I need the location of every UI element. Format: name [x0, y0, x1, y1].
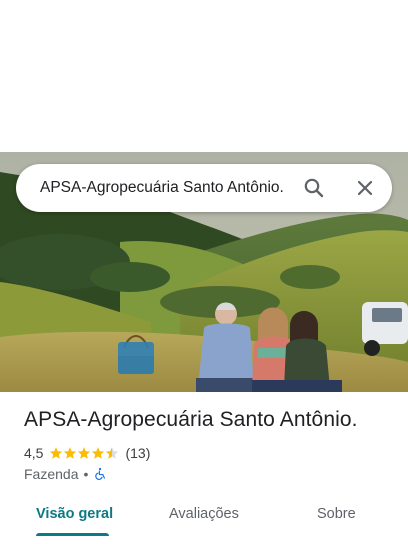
rating-row[interactable]: 4,5 (13) [24, 444, 150, 462]
star-icon [64, 447, 77, 459]
place-tabs: Visão geral Avaliações Sobre [0, 496, 408, 536]
search-bar[interactable]: APSA-Agropecuária Santo Antônio. [16, 164, 392, 212]
rating-value: 4,5 [24, 445, 44, 461]
place-title: APSA-Agropecuária Santo Antônio. [24, 408, 358, 431]
star-half-icon [106, 447, 119, 459]
star-icon [92, 447, 105, 459]
category-separator: • [83, 466, 89, 482]
review-count[interactable]: (13) [125, 445, 150, 461]
star-icon [78, 447, 91, 459]
top-blank-area [0, 0, 408, 152]
active-tab-indicator [36, 533, 109, 536]
tab-overview[interactable]: Visão geral [36, 496, 113, 532]
search-icon[interactable] [302, 176, 326, 200]
tab-about[interactable]: Sobre [317, 496, 356, 532]
close-icon[interactable] [353, 176, 377, 200]
category-row: Fazenda • [24, 465, 107, 483]
star-icon [50, 447, 63, 459]
star-rating [49, 446, 119, 460]
search-input[interactable]: APSA-Agropecuária Santo Antônio. [40, 164, 296, 212]
tab-reviews[interactable]: Avaliações [169, 496, 239, 532]
place-category[interactable]: Fazenda [24, 466, 78, 482]
wheelchair-accessible-icon[interactable] [93, 467, 107, 481]
